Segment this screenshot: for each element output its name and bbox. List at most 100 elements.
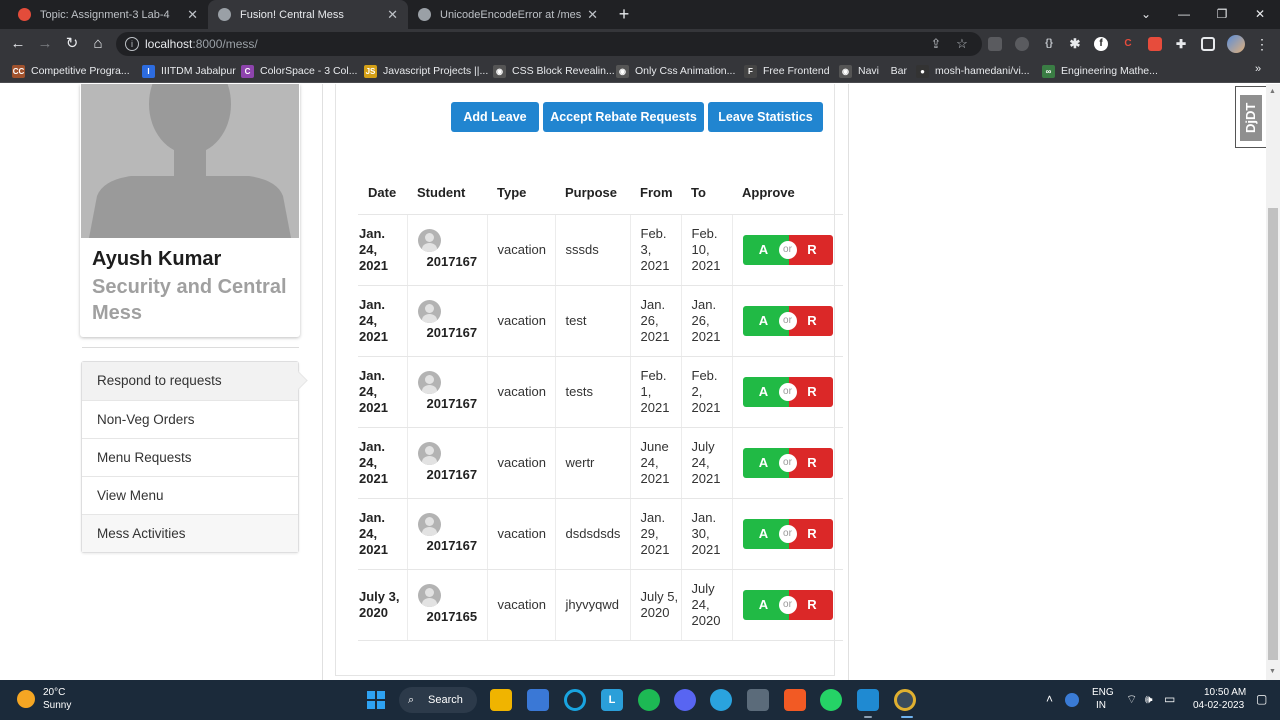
address-bar[interactable]: i localhost:8000/mess/ ⇪ ☆ — [116, 32, 982, 56]
close-icon[interactable]: ✕ — [187, 7, 198, 23]
discord-icon[interactable] — [674, 689, 696, 711]
sun-icon[interactable] — [17, 690, 35, 708]
app-l-icon[interactable]: L — [601, 689, 623, 711]
or-divider: or — [778, 382, 797, 401]
more-bookmarks-icon[interactable]: » — [1255, 63, 1261, 75]
bookmark-iiitdm-jabalpur[interactable]: I IIITDM Jabalpur — [142, 63, 236, 79]
side-panel-icon[interactable] — [1201, 37, 1215, 51]
extension-c-icon[interactable]: C — [1121, 37, 1135, 51]
language[interactable]: ENG — [1092, 687, 1114, 698]
new-tab-button[interactable]: + — [613, 3, 635, 25]
menu-kebab-icon[interactable]: ⋮ — [1255, 35, 1269, 53]
chevron-down-icon[interactable]: ⌄ — [1135, 4, 1157, 24]
forward-icon[interactable]: → — [35, 34, 55, 54]
info-icon[interactable]: i — [125, 37, 139, 51]
bookmark-free-frontend[interactable]: F Free Frontend — [744, 63, 830, 79]
extension-f-icon[interactable]: f — [1094, 37, 1108, 51]
home-icon[interactable]: ⌂ — [88, 34, 108, 54]
scroll-up-icon[interactable]: ▲ — [1269, 88, 1276, 95]
extension-braces-icon[interactable]: {} — [1042, 37, 1056, 51]
globe-icon — [418, 8, 431, 21]
extension-badge-icon[interactable] — [1015, 37, 1029, 51]
vscode-icon[interactable] — [857, 689, 879, 711]
store-icon[interactable] — [527, 689, 549, 711]
menu-item-mess-activities[interactable]: Mess Activities — [82, 514, 298, 552]
extension-gear-icon[interactable]: ✱ — [1068, 37, 1082, 51]
leave-statistics-button[interactable]: Leave Statistics — [708, 102, 823, 132]
extension-red-icon[interactable] — [1148, 37, 1162, 51]
brave-icon[interactable] — [784, 689, 806, 711]
page-scrollbar[interactable]: ▲ ▼ — [1266, 84, 1280, 680]
share-icon[interactable]: ⇪ — [928, 36, 944, 52]
tab-fusion[interactable]: Fusion! Central Mess ✕ — [208, 0, 408, 29]
cell-student: 2017167 — [406, 214, 487, 286]
cell-from: Feb. 1, 2021 — [629, 356, 681, 428]
bookmark-only-css-animation[interactable]: ◉ Only Css Animation... — [616, 63, 735, 79]
spotify-icon[interactable] — [638, 689, 660, 711]
extensions-puzzle-icon[interactable]: ✚ — [1174, 37, 1188, 51]
bookmark-label: Javascript Projects ||... — [383, 65, 489, 77]
reload-icon[interactable]: ↻ — [62, 34, 82, 54]
tray-app-icon[interactable] — [1065, 693, 1079, 707]
bookmark-star-icon[interactable]: ☆ — [954, 36, 970, 52]
file-explorer-icon[interactable] — [490, 689, 512, 711]
region[interactable]: IN — [1096, 700, 1106, 711]
bookmark-engineering-mathematics[interactable]: ∞ Engineering Mathe... — [1042, 63, 1158, 79]
bookmark-javascript-projects[interactable]: JS Javascript Projects ||... — [364, 63, 488, 79]
student-info: 2017167 — [417, 298, 487, 344]
add-leave-button[interactable]: Add Leave — [451, 102, 539, 132]
cell-approve: A Ror — [731, 285, 843, 357]
window-close-icon[interactable]: ✕ — [1249, 4, 1271, 24]
menu-item-menu-requests[interactable]: Menu Requests — [82, 438, 298, 476]
wifi-icon[interactable]: ⌔ — [1126, 692, 1137, 707]
bookmark-navi-bar[interactable]: ◉ Navi Bar — [839, 63, 907, 79]
tab-title: Topic: Assignment-3 Lab-4 — [40, 8, 170, 21]
clock-time[interactable]: 10:50 AM — [1204, 687, 1246, 698]
chevron-up-icon[interactable]: ˄ — [1046, 692, 1053, 706]
taskbar-search[interactable]: ⌕ Search — [399, 687, 477, 713]
student-avatar-icon — [417, 512, 441, 536]
cortana-icon[interactable] — [564, 689, 586, 711]
maximize-icon[interactable]: ❐ — [1211, 4, 1233, 24]
student-roll: 2017167 — [426, 253, 478, 269]
menu-item-view-menu[interactable]: View Menu — [82, 476, 298, 514]
url-host: localhost — [145, 37, 193, 51]
clock-date[interactable]: 04-02-2023 — [1193, 700, 1244, 711]
bookmark-css-block-revealing[interactable]: ◉ CSS Block Revealin... — [493, 63, 615, 79]
bookmark-favicon-icon: ◉ — [616, 64, 629, 78]
telegram-icon[interactable] — [710, 689, 732, 711]
bookmark-mosh-hamedani[interactable]: ● mosh-hamedani/vi... — [916, 63, 1030, 79]
django-debug-toolbar-handle[interactable]: DjDT — [1235, 86, 1266, 148]
menu-item-respond-requests[interactable]: Respond to requests — [82, 362, 298, 400]
cell-approve: A Ror — [731, 427, 843, 499]
approve-reject-group: A Ror — [742, 447, 833, 478]
search-icon: ⌕ — [408, 694, 415, 706]
close-icon[interactable]: ✕ — [387, 7, 398, 23]
extension-cart-icon[interactable] — [988, 37, 1002, 51]
whatsapp-icon[interactable] — [820, 689, 842, 711]
person-silhouette-icon — [81, 84, 299, 238]
windows-start-icon[interactable] — [367, 691, 386, 710]
volume-icon[interactable]: 🕪 — [1145, 692, 1153, 707]
weather-temp[interactable]: 20°C — [43, 687, 65, 698]
battery-icon[interactable]: ▭ — [1164, 692, 1175, 706]
chrome-icon[interactable] — [894, 689, 916, 711]
close-icon[interactable]: ✕ — [587, 7, 598, 23]
menu-item-nonveg-orders[interactable]: Non-Veg Orders — [82, 400, 298, 438]
url-text[interactable]: localhost:8000/mess/ — [145, 37, 258, 51]
bookmark-favicon-icon: C — [241, 64, 254, 78]
back-icon[interactable]: ← — [8, 34, 28, 54]
weather-condition[interactable]: Sunny — [43, 700, 71, 711]
scroll-down-icon[interactable]: ▼ — [1269, 668, 1276, 675]
bookmark-competitive-programming[interactable]: CC Competitive Progra... — [12, 63, 130, 79]
tab-assignment[interactable]: Topic: Assignment-3 Lab-4 ✕ — [8, 0, 208, 29]
profile-avatar-icon[interactable] — [1227, 35, 1245, 53]
scrollbar-thumb[interactable] — [1268, 208, 1278, 660]
bookmark-colorspace[interactable]: C ColorSpace - 3 Col... — [241, 63, 357, 79]
minimize-icon[interactable]: — — [1173, 4, 1195, 24]
accept-rebate-button[interactable]: Accept Rebate Requests — [543, 102, 704, 132]
calculator-icon[interactable] — [747, 689, 769, 711]
tab-error[interactable]: UnicodeEncodeError at /mess/m ✕ — [408, 0, 608, 29]
notification-icon[interactable]: ▢ — [1256, 692, 1267, 706]
student-info: 2017167 — [417, 369, 487, 415]
